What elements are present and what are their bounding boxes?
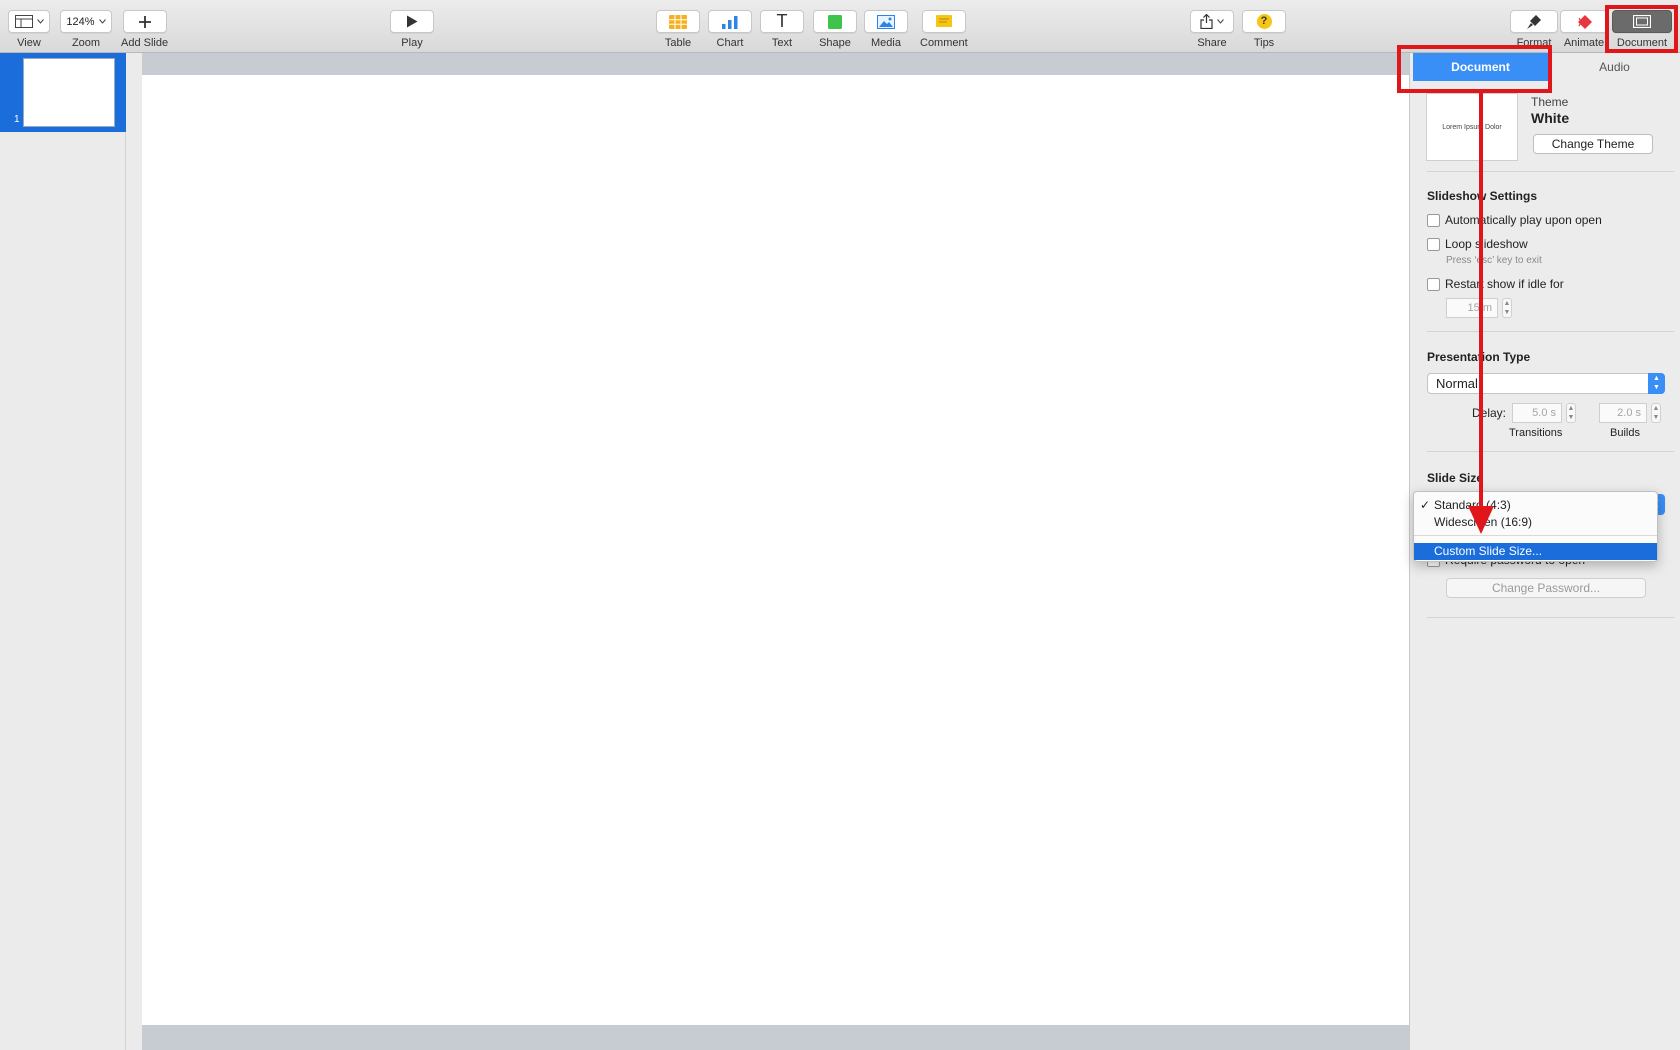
view-icon: [14, 15, 33, 28]
shape-button[interactable]: [813, 10, 857, 33]
slide-thumbnail[interactable]: [23, 58, 115, 127]
add-slide-label: Add Slide: [121, 37, 169, 49]
chevron-down-icon: [36, 19, 44, 24]
menu-item-custom-slide-size[interactable]: Custom Slide Size...: [1414, 543, 1657, 560]
view-button[interactable]: [8, 10, 50, 33]
menu-item-standard[interactable]: ✓ Standard (4:3): [1414, 497, 1657, 514]
comment-control[interactable]: Comment: [920, 10, 968, 49]
format-control[interactable]: Format: [1510, 10, 1558, 49]
builds-delay-field[interactable]: 2.0 s: [1599, 403, 1647, 423]
slide-canvas[interactable]: [142, 75, 1409, 1025]
idle-time-stepper[interactable]: ▲ ▼: [1502, 298, 1512, 318]
menu-item-custom-label: Custom Slide Size...: [1434, 544, 1543, 558]
animate-diamond-icon: [1578, 14, 1592, 29]
change-theme-button[interactable]: Change Theme: [1533, 134, 1653, 154]
share-icon: [1200, 14, 1213, 29]
share-label: Share: [1197, 37, 1227, 49]
menu-separator: [1414, 535, 1657, 536]
table-icon: [669, 14, 687, 29]
menu-item-widescreen[interactable]: Widescreen (16:9): [1414, 514, 1657, 531]
paintbrush-icon: [1527, 14, 1541, 29]
comment-label: Comment: [920, 37, 968, 49]
text-label: Text: [771, 37, 793, 49]
chevron-down-icon: [1217, 19, 1224, 24]
transitions-delay-field[interactable]: 5.0 s: [1512, 403, 1562, 423]
shape-icon: [828, 14, 842, 29]
media-control[interactable]: Media: [864, 10, 908, 49]
plus-icon: [138, 15, 151, 28]
table-label: Table: [664, 37, 692, 49]
animate-control[interactable]: Animate: [1560, 10, 1608, 49]
comment-button[interactable]: [921, 10, 966, 33]
zoom-control[interactable]: 124% Zoom: [60, 10, 112, 49]
divider: [1427, 617, 1674, 618]
theme-caption: Theme: [1531, 95, 1569, 109]
annotation-arrow: [1468, 92, 1494, 534]
builds-delay-stepper[interactable]: ▲ ▼: [1651, 403, 1661, 423]
slide-size-menu: ✓ Standard (4:3) Widescreen (16:9) Custo…: [1413, 491, 1658, 562]
transitions-delay-value: 5.0 s: [1532, 407, 1556, 419]
change-theme-label: Change Theme: [1551, 137, 1635, 151]
zoom-label: Zoom: [71, 37, 101, 49]
checkmark-icon: ✓: [1420, 498, 1431, 512]
chart-label: Chart: [716, 37, 744, 49]
text-button[interactable]: T: [760, 10, 804, 33]
transitions-label: Transitions: [1509, 427, 1563, 439]
play-button[interactable]: [390, 10, 434, 33]
tips-label: Tips: [1253, 37, 1275, 49]
view-control[interactable]: View: [8, 10, 50, 49]
auto-play-checkbox[interactable]: [1427, 214, 1440, 227]
slide-canvas-area: [142, 53, 1409, 1050]
view-label: View: [17, 37, 41, 49]
text-icon: T: [776, 11, 788, 31]
slide-thumbnail-selected[interactable]: 1: [0, 53, 126, 132]
tips-button[interactable]: ?: [1242, 10, 1286, 33]
add-slide-button[interactable]: [122, 10, 167, 33]
play-icon: [407, 15, 418, 28]
tab-audio-label: Audio: [1599, 60, 1630, 74]
zoom-button[interactable]: 124%: [60, 10, 112, 33]
builds-label: Builds: [1610, 427, 1640, 439]
tips-control[interactable]: ? Tips: [1242, 10, 1286, 49]
loop-checkbox[interactable]: [1427, 238, 1440, 251]
format-button[interactable]: [1510, 10, 1558, 33]
change-password-button[interactable]: Change Password...: [1446, 578, 1646, 598]
shape-label: Shape: [819, 37, 851, 49]
chevron-down-icon: [98, 19, 106, 24]
media-label: Media: [871, 37, 901, 49]
shape-control[interactable]: Shape: [813, 10, 857, 49]
chart-button[interactable]: [708, 10, 752, 33]
media-icon: [877, 14, 895, 29]
annotation-highlight-document-button: [1605, 5, 1678, 53]
play-label: Play: [401, 37, 423, 49]
table-control[interactable]: Table: [656, 10, 700, 49]
comment-icon: [935, 14, 952, 27]
select-arrows-icon: ▲▼: [1648, 373, 1665, 394]
restart-idle-checkbox[interactable]: [1427, 278, 1440, 291]
transitions-delay-stepper[interactable]: ▲ ▼: [1566, 403, 1576, 423]
chart-icon: [722, 15, 738, 29]
play-control[interactable]: Play: [390, 10, 434, 49]
share-control[interactable]: Share: [1190, 10, 1234, 49]
slide-navigator: 1: [0, 53, 126, 1050]
builds-delay-value: 2.0 s: [1617, 407, 1641, 419]
slide-number: 1: [14, 114, 20, 125]
share-button[interactable]: [1190, 10, 1234, 33]
zoom-value: 124%: [66, 15, 95, 28]
text-control[interactable]: T Text: [760, 10, 804, 49]
theme-name: White: [1531, 110, 1570, 126]
add-slide-control[interactable]: Add Slide: [121, 10, 168, 49]
media-button[interactable]: [864, 10, 908, 33]
tab-audio[interactable]: Audio: [1548, 53, 1680, 81]
chart-control[interactable]: Chart: [708, 10, 752, 49]
table-button[interactable]: [656, 10, 700, 33]
change-password-label: Change Password...: [1491, 581, 1601, 595]
animate-label: Animate: [1563, 37, 1605, 49]
annotation-highlight-document-tab: [1397, 45, 1552, 93]
animate-button[interactable]: [1560, 10, 1608, 33]
tips-icon: ?: [1256, 14, 1272, 29]
